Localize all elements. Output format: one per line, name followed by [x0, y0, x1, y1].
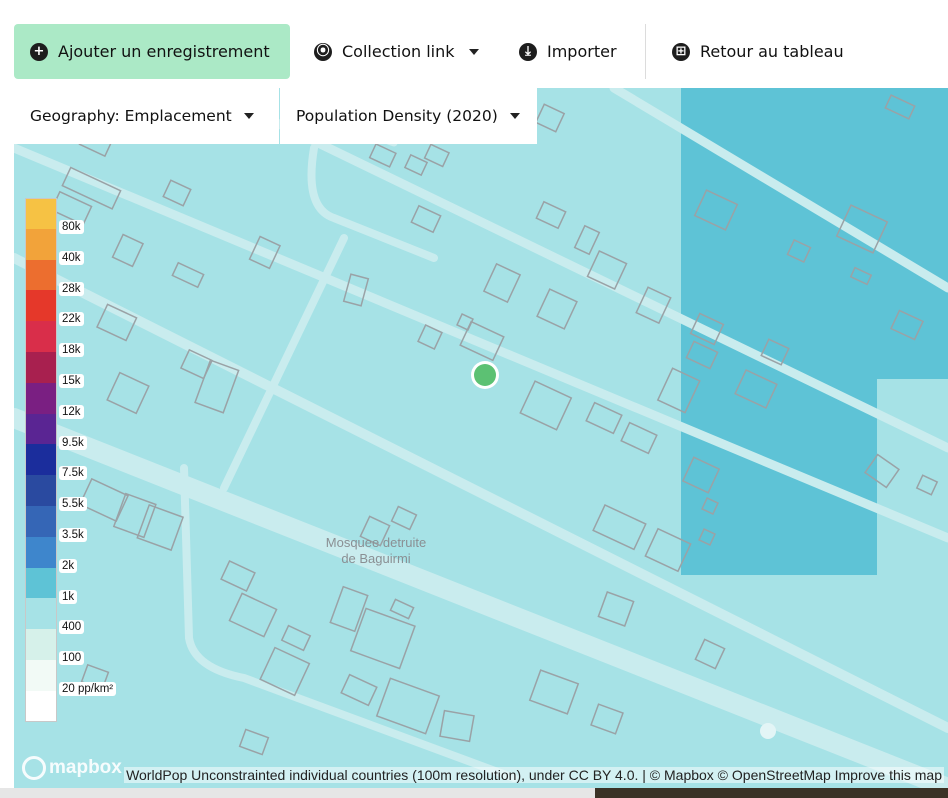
add-record-button[interactable]: + Ajouter un enregistrement: [14, 24, 290, 79]
legend-swatch: [25, 598, 57, 630]
toolbar: + Ajouter un enregistrement ⦿ Collection…: [0, 0, 948, 90]
back-to-table-label: Retour au tableau: [700, 42, 844, 61]
legend-row: 100: [25, 629, 145, 666]
chevron-down-icon: [468, 48, 479, 55]
legend-swatch: [25, 536, 57, 568]
legend-swatch: [25, 382, 57, 414]
attribution-text[interactable]: WorldPop Unconstrainted individual count…: [124, 767, 944, 783]
location-marker: [474, 364, 496, 386]
legend-row: 18k: [25, 321, 145, 358]
legend-swatch: [25, 228, 57, 260]
legend-swatch: [25, 659, 57, 691]
plus-circle-icon: +: [30, 42, 48, 61]
geography-select-label: Geography: Emplacement: [30, 107, 232, 125]
legend-row: 12k: [25, 382, 145, 419]
back-to-table-button[interactable]: ⊞ Retour au tableau: [656, 24, 860, 79]
legend-row: 20 pp/km²: [25, 659, 145, 696]
legend-row: 5.5k: [25, 475, 145, 512]
map-attribution: mapbox WorldPop Unconstrainted individua…: [14, 756, 948, 785]
legend-swatch: [25, 629, 57, 660]
toolbar-divider: [645, 24, 646, 79]
place-label-line2: de Baguirmi: [341, 551, 410, 566]
import-icon: ⤓: [519, 42, 537, 61]
chevron-down-icon: [243, 113, 254, 119]
legend-row: 1k: [25, 567, 145, 604]
mapbox-logo-text: mapbox: [49, 757, 122, 778]
legend-row: [25, 690, 145, 722]
road: [220, 234, 348, 492]
link-icon: ⦿: [314, 42, 332, 61]
geography-select[interactable]: Geography: Emplacement: [14, 88, 279, 144]
add-record-label: Ajouter un enregistrement: [58, 42, 270, 61]
import-label: Importer: [547, 42, 617, 61]
legend-row: 28k: [25, 259, 145, 296]
road-marker-dot: [760, 723, 776, 739]
collection-link-dropdown[interactable]: ⦿ Collection link: [298, 24, 495, 79]
variable-select[interactable]: Population Density (2020): [280, 88, 537, 144]
mapbox-logo-icon: [22, 756, 46, 780]
legend-swatch: [25, 321, 57, 352]
legend-swatch: [25, 690, 57, 722]
legend-swatch: [25, 351, 57, 383]
table-icon: ⊞: [672, 42, 690, 61]
mapbox-logo[interactable]: mapbox: [22, 756, 122, 780]
legend-row: 7.5k: [25, 444, 145, 481]
legend-row: 22k: [25, 290, 145, 327]
legend-swatch: [25, 475, 57, 506]
import-button[interactable]: ⤓ Importer: [503, 24, 633, 79]
legend-row: 15k: [25, 351, 145, 388]
legend-row: 80k: [25, 198, 145, 234]
density-legend: 80k 40k 28k 22k 18k 15k 12k 9.5k 7.5k 5.5k 3.5k 2k 1…: [25, 198, 145, 722]
legend-row: 9.5k: [25, 413, 145, 450]
legend-swatch: [25, 259, 57, 291]
footer-image-edge: [595, 788, 948, 798]
legend-swatch: [25, 567, 57, 599]
map-canvas[interactable]: Mosquee detruite de Baguirmi Geography: …: [14, 88, 948, 788]
legend-swatch: [25, 444, 57, 476]
collection-link-label: Collection link: [342, 42, 455, 61]
legend-swatch: [25, 413, 57, 445]
place-label-line1: Mosquee detruite: [326, 535, 426, 550]
variable-select-label: Population Density (2020): [296, 107, 498, 125]
map-basemap: Mosquee detruite de Baguirmi: [14, 88, 948, 788]
chevron-down-icon: [509, 113, 520, 119]
legend-swatch: [25, 198, 57, 229]
legend-swatch: [25, 505, 57, 537]
legend-row: 400: [25, 598, 145, 635]
legend-row: 3.5k: [25, 505, 145, 542]
legend-swatch: [25, 290, 57, 322]
legend-row: 40k: [25, 228, 145, 265]
legend-row: 2k: [25, 536, 145, 573]
